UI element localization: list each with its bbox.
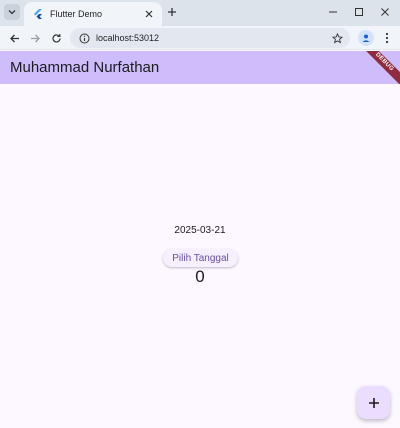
pick-date-button[interactable]: Pilih Tanggal — [163, 249, 238, 267]
forward-button[interactable] — [27, 30, 43, 46]
window-close-button[interactable] — [376, 4, 394, 20]
browser-toolbar: localhost:53012 — [0, 26, 400, 50]
plus-icon — [168, 8, 176, 16]
increment-fab-button[interactable] — [357, 386, 390, 419]
debug-banner: DEBUG — [355, 51, 400, 84]
app-bar: Muhammad Nurfathan DEBUG — [0, 51, 400, 84]
address-bar[interactable]: localhost:53012 — [70, 28, 350, 48]
new-tab-button[interactable] — [165, 5, 179, 19]
tab-search-button[interactable] — [4, 4, 20, 20]
browser-tabstrip: Flutter Demo — [0, 0, 400, 26]
chevron-down-icon — [8, 10, 16, 15]
counter-value: 0 — [195, 267, 205, 286]
add-icon — [368, 397, 379, 408]
browser-menu-button[interactable] — [380, 30, 394, 46]
bookmark-star-icon[interactable] — [330, 31, 344, 45]
browser-tab[interactable]: Flutter Demo — [24, 2, 162, 26]
url-text[interactable]: localhost:53012 — [96, 33, 330, 43]
app-title: Muhammad Nurfathan — [10, 59, 160, 76]
minimize-button[interactable] — [324, 4, 342, 20]
more-vert-icon — [385, 32, 389, 44]
maximize-button[interactable] — [350, 4, 368, 20]
reload-icon — [51, 33, 61, 43]
tab-close-button[interactable] — [142, 7, 156, 21]
site-info-icon[interactable] — [78, 32, 90, 44]
reload-button[interactable] — [48, 30, 64, 46]
avatar-icon — [362, 34, 370, 42]
close-icon — [145, 10, 153, 18]
close-icon — [381, 8, 389, 16]
selected-date-text: 2025-03-21 — [174, 225, 226, 236]
maximize-icon — [355, 8, 363, 16]
back-arrow-icon — [9, 34, 19, 42]
forward-arrow-icon — [30, 34, 40, 42]
profile-button[interactable] — [358, 30, 374, 46]
tab-title: Flutter Demo — [50, 9, 103, 19]
minimize-icon — [329, 11, 337, 13]
back-button[interactable] — [6, 30, 22, 46]
flutter-logo-icon — [34, 9, 42, 19]
